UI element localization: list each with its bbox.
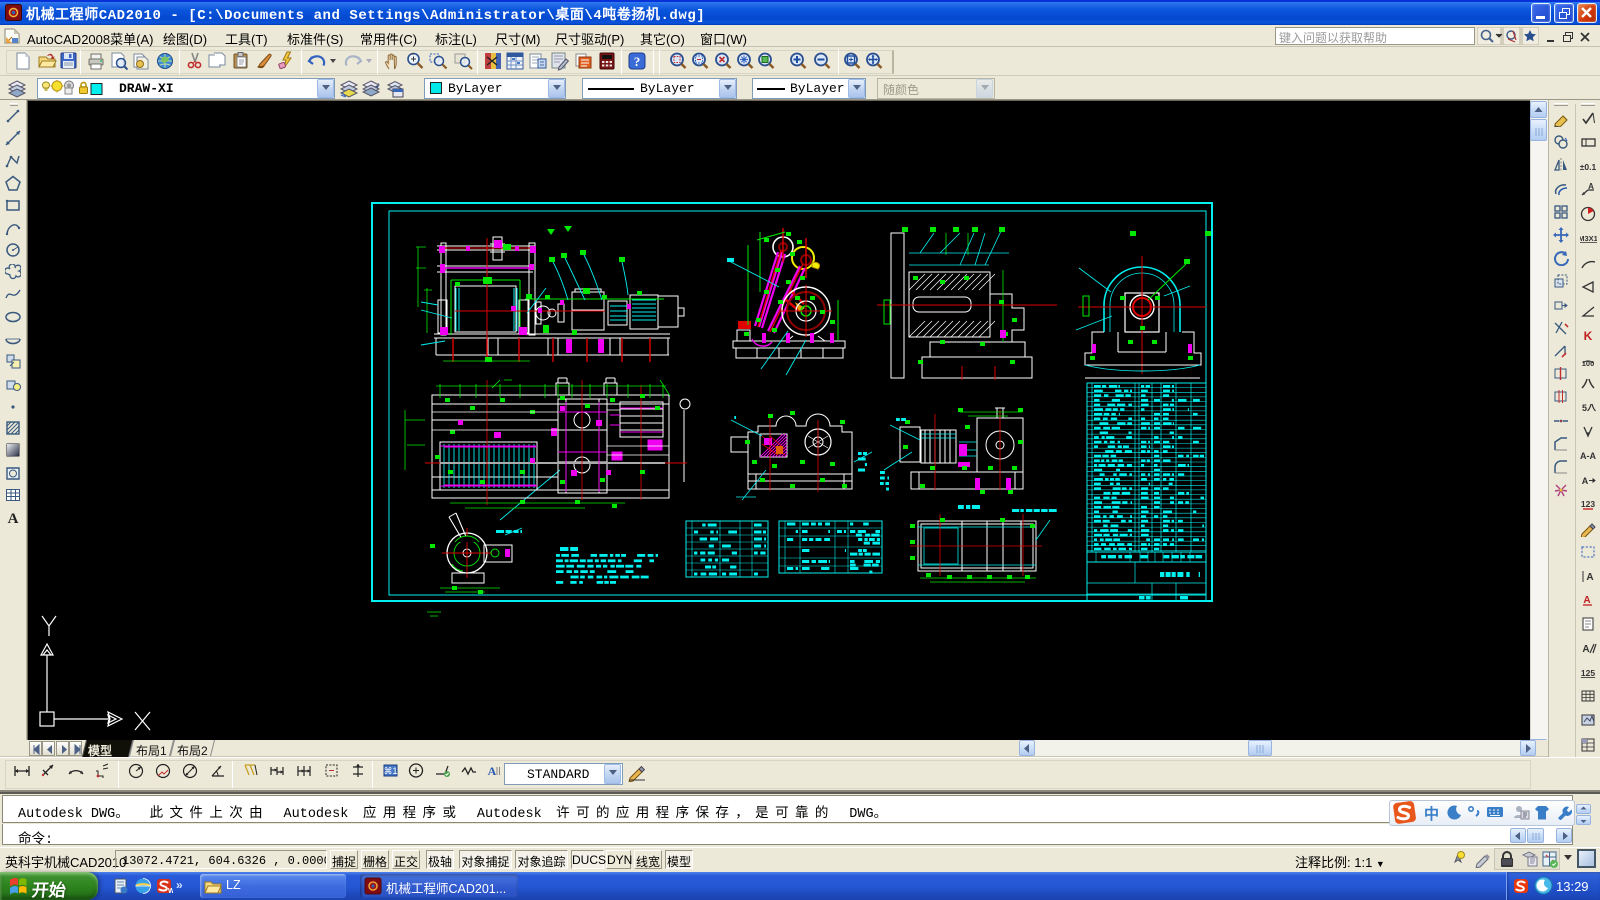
svg-text:A: A [488, 764, 497, 778]
svg-text:A: A [1588, 182, 1594, 191]
svg-text:A: A [1586, 572, 1593, 583]
svg-text:125: 125 [1581, 668, 1595, 678]
svg-text:⌘1: ⌘1 [383, 766, 397, 776]
svg-text:A: A [1582, 644, 1589, 655]
svg-text:M3X1: M3X1 [1580, 234, 1597, 243]
svg-text:123: 123 [1581, 499, 1595, 509]
svg-text:±0.1: ±0.1 [1580, 162, 1597, 172]
svg-text:?: ? [634, 54, 641, 69]
svg-text:A-A: A-A [1580, 451, 1596, 461]
svg-text:K: K [1584, 329, 1593, 343]
svg-text:A: A [1583, 595, 1590, 606]
svg-text:A: A [1582, 476, 1589, 486]
svg-text:W: W [168, 888, 173, 895]
svg-text:100: 100 [1582, 359, 1595, 368]
svg-text:5: 5 [1582, 403, 1587, 413]
svg-text:A: A [8, 511, 19, 525]
